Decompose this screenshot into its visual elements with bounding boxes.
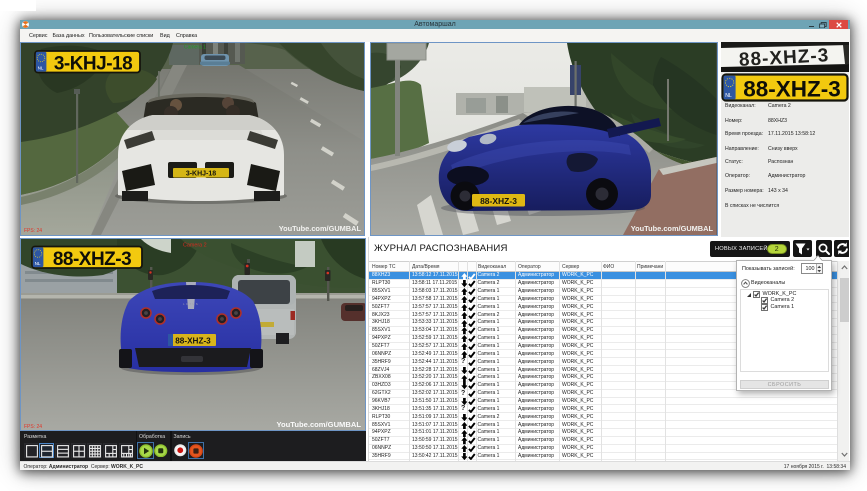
- svg-text:LOTUS: LOTUS: [183, 302, 199, 306]
- svg-text:YouTube.com/GUMBAL: YouTube.com/GUMBAL: [631, 224, 714, 233]
- svg-text:YouTube.com/GUMBAL: YouTube.com/GUMBAL: [276, 420, 361, 429]
- svg-text:Camera 1: Camera 1: [184, 45, 206, 51]
- svg-text:NL: NL: [725, 93, 732, 99]
- svg-text:88-XHZ-3: 88-XHZ-3: [743, 76, 841, 101]
- svg-text:FPS: 24: FPS: 24: [24, 228, 42, 234]
- svg-text:88-XHZ-3: 88-XHZ-3: [175, 336, 211, 345]
- svg-text:FPS: 24: FPS: 24: [24, 424, 42, 430]
- svg-text:3-KHJ-18: 3-KHJ-18: [186, 171, 216, 178]
- svg-text:88-XHZ-3: 88-XHZ-3: [480, 196, 517, 206]
- svg-text:NL: NL: [35, 261, 41, 266]
- svg-text:YouTube.com/GUMBAL: YouTube.com/GUMBAL: [279, 224, 362, 233]
- svg-text:88-XHZ-3: 88-XHZ-3: [53, 248, 131, 269]
- svg-text:Camera 2: Camera 2: [183, 242, 207, 248]
- svg-text:3-KHJ-18: 3-KHJ-18: [54, 53, 132, 74]
- svg-text:NL: NL: [38, 66, 44, 71]
